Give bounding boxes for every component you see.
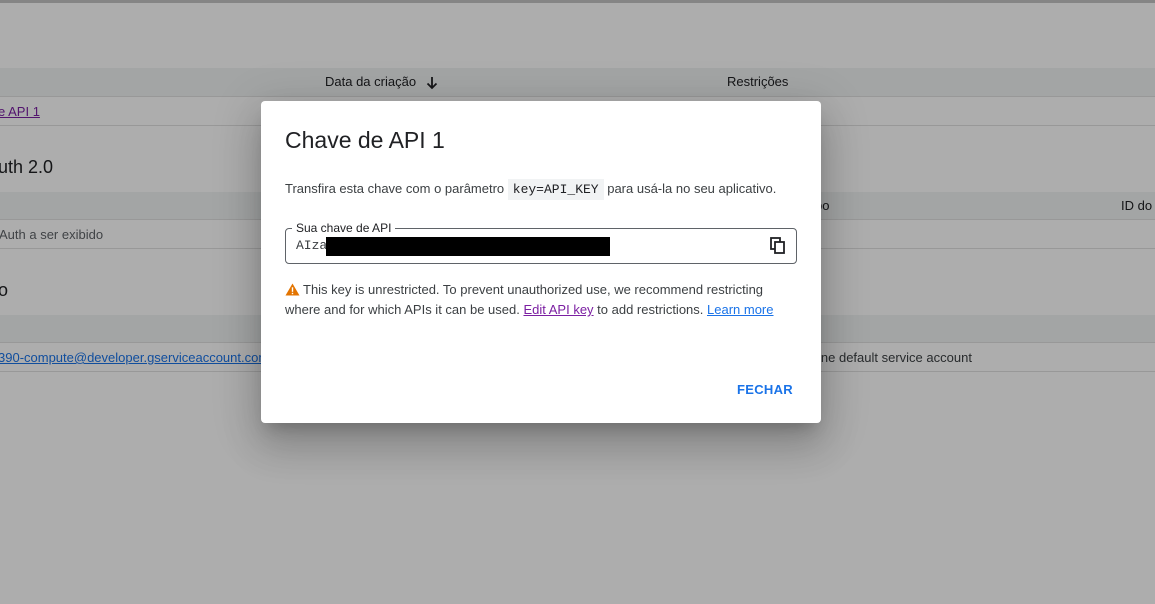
dialog-description: Transfira esta chave com o parâmetro key… bbox=[285, 179, 776, 200]
redacted-key-block bbox=[326, 237, 610, 256]
close-button[interactable]: FECHAR bbox=[729, 378, 801, 401]
dialog-title: Chave de API 1 bbox=[285, 127, 445, 153]
unrestricted-key-warning: This key is unrestricted. To prevent una… bbox=[285, 282, 774, 317]
copy-icon[interactable] bbox=[770, 237, 786, 255]
warning-icon bbox=[285, 283, 300, 296]
api-key-field[interactable]: Sua chave de API AIza bbox=[285, 221, 797, 264]
api-key-dialog: Chave de API 1 Transfira esta chave com … bbox=[261, 101, 821, 423]
api-key-value[interactable]: AIza bbox=[296, 238, 327, 253]
key-param-code: key=API_KEY bbox=[507, 179, 604, 200]
api-key-field-label: Sua chave de API bbox=[292, 221, 396, 235]
edit-api-key-link[interactable]: Edit API key bbox=[523, 302, 593, 317]
learn-more-link[interactable]: Learn more bbox=[707, 302, 773, 317]
